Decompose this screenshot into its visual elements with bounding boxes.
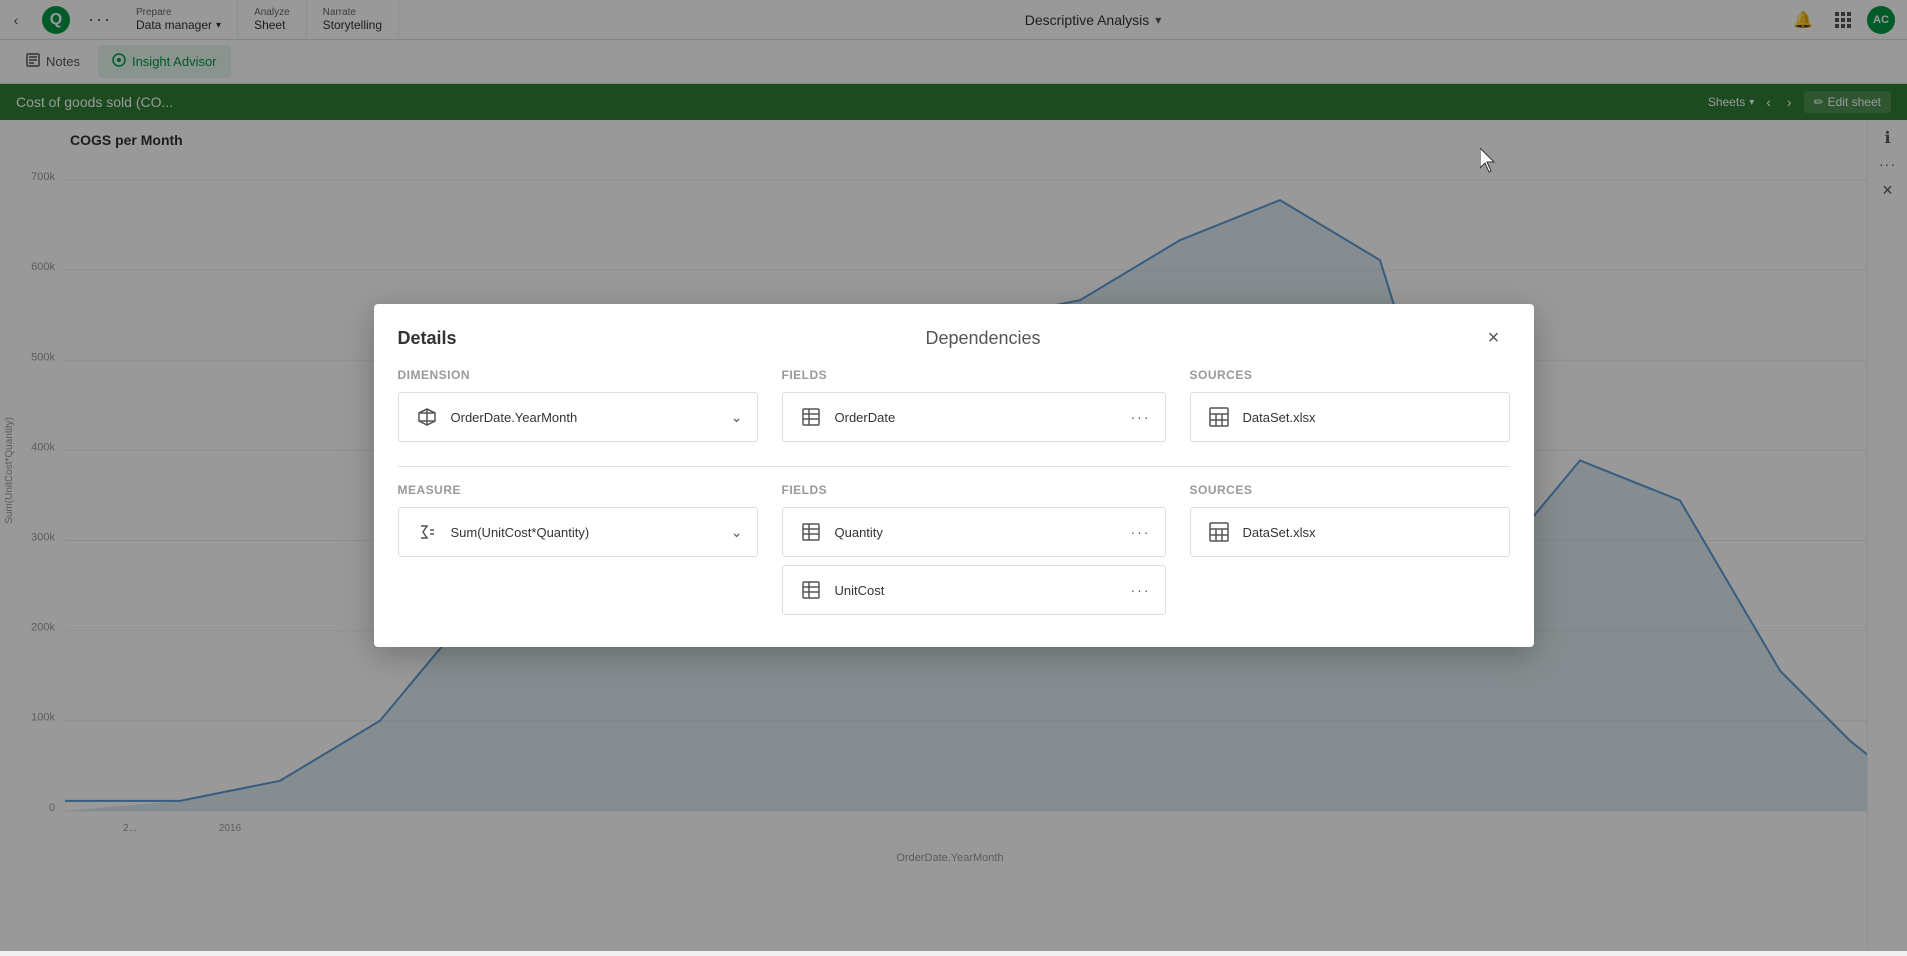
dimension-chevron-icon[interactable]: ⌄ (731, 409, 743, 426)
dimension-sources-label: Sources (1190, 368, 1510, 382)
measure-field-quantity[interactable]: Quantity ··· (782, 507, 1166, 557)
dimension-column: Dimension OrderDate.YearMonth ⌄ (398, 368, 758, 450)
measure-column: Measure Sum(UnitCost*Quantity) ⌄ (398, 483, 758, 623)
modal-dialog: Details Dependencies × Dimension (374, 304, 1534, 647)
measure-field-unitcost[interactable]: UnitCost ··· (782, 565, 1166, 615)
dimension-field-item[interactable]: OrderDate ··· (782, 392, 1166, 442)
measure-item-text: Sum(UnitCost*Quantity) (451, 525, 731, 540)
dimension-item-text: OrderDate.YearMonth (451, 410, 731, 425)
measure-fields-column: Fields Quantity ··· (782, 483, 1166, 623)
dimension-field-more-button[interactable]: ··· (1131, 409, 1151, 425)
measure-field-quantity-text: Quantity (835, 525, 1131, 540)
table-icon (797, 403, 825, 431)
measure-sources-column: Sources DataSet.xlsx (1190, 483, 1510, 623)
modal-body: Dimension OrderDate.YearMonth ⌄ (374, 368, 1534, 647)
measure-fields-label: Fields (782, 483, 1166, 497)
dimension-item-card[interactable]: OrderDate.YearMonth ⌄ (398, 392, 758, 442)
measure-field-unitcost-text: UnitCost (835, 583, 1131, 598)
dimension-field-text: OrderDate (835, 410, 1131, 425)
measure-source-text: DataSet.xlsx (1243, 525, 1495, 540)
modal-close-button[interactable]: × (1478, 322, 1510, 354)
measure-label: Measure (398, 483, 758, 497)
modal-header: Details Dependencies × (374, 304, 1534, 368)
measure-row: Measure Sum(UnitCost*Quantity) ⌄ (398, 483, 1510, 623)
dimension-fields-column: Fields OrderDate ··· (782, 368, 1166, 450)
measure-chevron-icon[interactable]: ⌄ (731, 524, 743, 541)
dimension-row: Dimension OrderDate.YearMonth ⌄ (398, 368, 1510, 450)
unitcost-table-icon (797, 576, 825, 604)
modal-title-dependencies: Dependencies (489, 328, 1478, 349)
dimension-source-text: DataSet.xlsx (1243, 410, 1495, 425)
unitcost-more-button[interactable]: ··· (1131, 582, 1151, 598)
spreadsheet-icon (1205, 403, 1233, 431)
measure-item-card[interactable]: Sum(UnitCost*Quantity) ⌄ (398, 507, 758, 557)
quantity-table-icon (797, 518, 825, 546)
measure-source-item[interactable]: DataSet.xlsx (1190, 507, 1510, 557)
dimension-source-item[interactable]: DataSet.xlsx (1190, 392, 1510, 442)
modal-overlay: Details Dependencies × Dimension (0, 0, 1907, 951)
section-divider (398, 466, 1510, 467)
dimension-label: Dimension (398, 368, 758, 382)
dimension-fields-label: Fields (782, 368, 1166, 382)
measure-spreadsheet-icon (1205, 518, 1233, 546)
cube-icon (413, 403, 441, 431)
quantity-more-button[interactable]: ··· (1131, 524, 1151, 540)
dimension-sources-column: Sources DataSet.xlsx (1190, 368, 1510, 450)
formula-icon (413, 518, 441, 546)
measure-sources-label: Sources (1190, 483, 1510, 497)
modal-title-details: Details (398, 328, 457, 349)
